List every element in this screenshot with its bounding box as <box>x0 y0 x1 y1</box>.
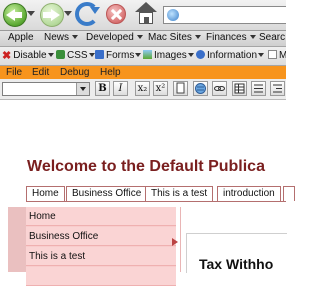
menu-help[interactable]: Help <box>100 66 121 79</box>
images-menu[interactable]: Images <box>143 50 194 61</box>
web-developer-toolbar: ✖Disable CSS Forms Images Information Mi <box>0 47 286 66</box>
bookmark-news[interactable]: News <box>44 32 79 43</box>
home-icon[interactable] <box>135 2 157 26</box>
sidebar-item-next[interactable] <box>26 267 176 286</box>
tab-business-office[interactable]: Business Office <box>66 186 148 201</box>
list-icon <box>254 84 263 93</box>
tab-more[interactable] <box>283 186 295 201</box>
information-icon <box>196 50 205 59</box>
chevron-down-icon <box>47 53 54 58</box>
forms-menu[interactable]: Forms <box>95 50 142 61</box>
back-history-dropdown[interactable] <box>27 11 35 16</box>
chevron-down-icon <box>194 35 201 40</box>
link-icon <box>214 86 225 91</box>
menu-edit[interactable]: Edit <box>32 66 49 79</box>
tab-introduction[interactable]: introduction <box>217 186 281 201</box>
insert-image-button[interactable] <box>193 81 208 96</box>
chevron-right-icon <box>172 238 178 246</box>
stop-icon[interactable] <box>106 4 126 24</box>
editor-toolbar: B I x₂ x² <box>0 79 286 100</box>
forms-icon <box>95 50 104 59</box>
disable-menu[interactable]: ✖ Disable <box>2 50 54 62</box>
menu-file[interactable]: File <box>6 66 22 79</box>
bookmark-search[interactable]: Searc <box>259 32 285 43</box>
sidebar-item-this-is-a-test[interactable]: This is a test <box>26 247 176 266</box>
address-bar[interactable] <box>163 6 286 24</box>
misc-menu[interactable]: Mi <box>268 50 286 61</box>
chevron-down-icon <box>72 35 79 40</box>
indent-icon <box>273 84 282 93</box>
bookmark-apple[interactable]: Apple <box>8 32 34 43</box>
editor-menubar: File Edit Debug Help <box>0 66 286 79</box>
reload-icon[interactable] <box>75 2 100 26</box>
forward-history-dropdown[interactable] <box>64 11 72 16</box>
chevron-down-icon <box>88 53 95 58</box>
sidebar-item-business-office[interactable]: Business Office <box>26 227 176 246</box>
tab-divider <box>26 201 286 202</box>
bold-button[interactable]: B <box>95 81 110 96</box>
subscript-button[interactable]: x₂ <box>135 81 150 96</box>
chevron-down-icon <box>187 53 194 58</box>
chevron-down-icon <box>136 35 143 40</box>
tab-this-is-a-test[interactable]: This is a test <box>145 186 214 201</box>
bookmark-mac-sites[interactable]: Mac Sites <box>148 32 201 43</box>
page-title: Welcome to the Default Publica <box>27 158 265 175</box>
new-document-button[interactable] <box>173 81 188 96</box>
bookmark-finances[interactable]: Finances <box>206 32 256 43</box>
chevron-down-icon <box>258 53 265 58</box>
sidebar-item-home[interactable]: Home <box>26 207 176 226</box>
css-icon <box>56 50 65 59</box>
css-menu[interactable]: CSS <box>56 50 95 61</box>
images-icon <box>143 50 152 59</box>
bookmarks-bar: Apple News Developed Mac Sites Finances … <box>0 31 286 47</box>
italic-button[interactable]: I <box>113 81 128 96</box>
misc-icon <box>268 50 277 59</box>
bookmark-developed[interactable]: Developed <box>86 32 143 43</box>
format-select[interactable] <box>2 82 90 96</box>
content-heading: Tax Withho <box>199 256 274 272</box>
superscript-button[interactable]: x² <box>153 81 168 96</box>
chevron-down-icon <box>76 83 89 95</box>
document-icon <box>176 82 185 94</box>
indent-button[interactable] <box>270 81 285 96</box>
site-globe-icon <box>167 9 179 21</box>
chevron-down-icon <box>135 53 142 58</box>
sidebar: Home Business Office This is a test <box>26 207 176 286</box>
list-button[interactable] <box>251 81 266 96</box>
tab-home[interactable]: Home <box>26 186 65 201</box>
information-menu[interactable]: Information <box>196 50 265 61</box>
disable-icon: ✖ <box>2 50 12 62</box>
globe-icon <box>195 83 206 94</box>
navigation-toolbar <box>0 0 286 31</box>
table-icon <box>234 83 245 94</box>
menu-debug[interactable]: Debug <box>60 66 89 79</box>
insert-link-button[interactable] <box>212 81 227 96</box>
chevron-down-icon <box>249 35 256 40</box>
sidebar-edge <box>8 207 26 272</box>
table-button[interactable] <box>232 81 247 96</box>
